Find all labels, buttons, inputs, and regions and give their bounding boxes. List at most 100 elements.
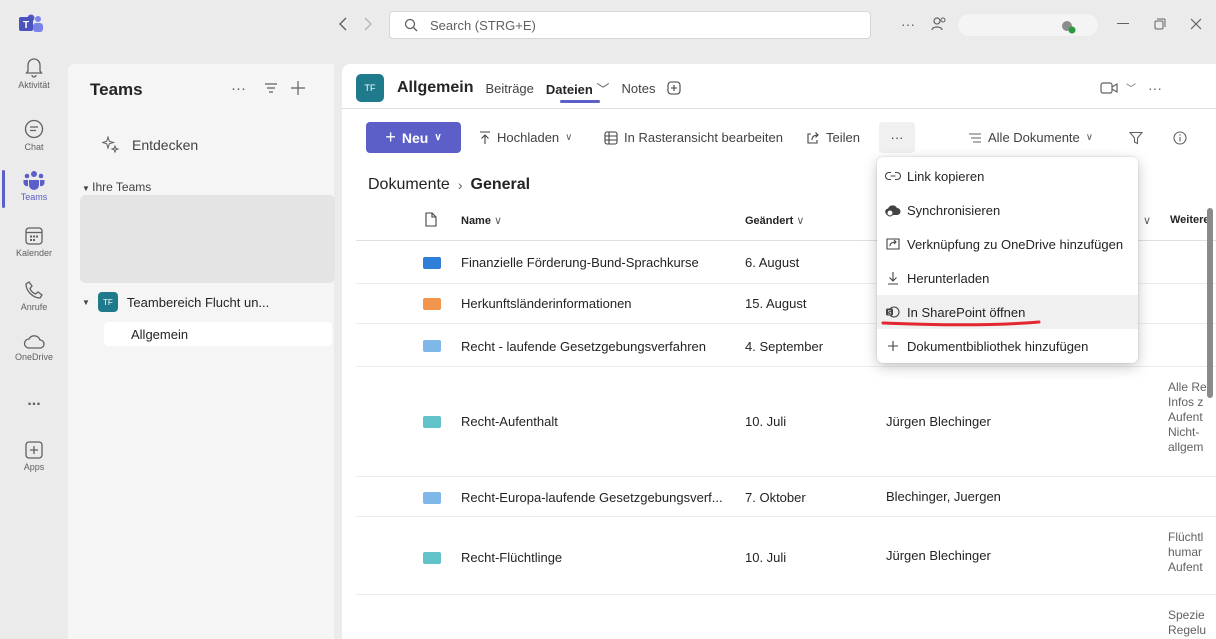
chevron-down-icon[interactable]: ∨ <box>1143 214 1151 227</box>
breadcrumb-current: General <box>470 176 531 193</box>
column-header-name[interactable]: Name ∨ <box>461 214 502 227</box>
rail-label: Teams <box>20 192 48 202</box>
sparkle-icon <box>102 136 120 154</box>
file-name[interactable]: Recht-Flüchtlinge <box>461 550 562 565</box>
rail-item-teams[interactable]: Teams <box>0 170 68 202</box>
rail-item-chat[interactable]: Chat <box>0 118 68 152</box>
sync-icon <box>885 202 901 218</box>
annotation-underline <box>881 318 1041 330</box>
file-name[interactable]: Herkunftsländerinformationen <box>461 296 632 311</box>
table-row[interactable]: Recht-Europa-laufende Gesetzgebungsverf.… <box>356 477 1216 517</box>
chevron-down-icon: ∨ <box>1085 132 1094 143</box>
menu-item-download[interactable]: Herunterladen <box>877 261 1138 295</box>
table-row[interactable]: Recht-Flüchtlinge 10. Juli Jürgen Blechi… <box>356 517 1216 595</box>
share-button[interactable]: Teilen <box>806 122 860 153</box>
profile-area[interactable] <box>958 14 1098 36</box>
shortcut-icon <box>885 236 901 252</box>
discover-label: Entdecken <box>132 137 199 153</box>
modified-by: Jürgen Blechinger <box>886 414 991 429</box>
modified-date: 10. Juli <box>745 550 787 565</box>
panel-more-icon[interactable]: ··· <box>231 80 246 97</box>
phone-icon <box>24 280 44 300</box>
chevron-right-icon: › <box>457 177 463 193</box>
team-avatar: TF <box>97 292 118 312</box>
team-item[interactable]: ▼ TF Teambereich Flucht un... <box>80 290 334 314</box>
column-header-modified[interactable]: Geändert ∨ <box>745 214 804 227</box>
rail-item-calendar[interactable]: Kalender <box>0 226 68 258</box>
file-type-icon[interactable] <box>425 212 437 227</box>
rail-more-button[interactable]: ... <box>0 392 68 410</box>
tab-files[interactable]: Dateien ﹀ <box>546 79 610 98</box>
description: Flüchtl humar Aufent <box>1168 530 1204 574</box>
menu-item-label: Dokumentbibliothek hinzufügen <box>907 338 1089 354</box>
add-tab-icon[interactable] <box>667 81 682 95</box>
file-name[interactable]: Recht-Aufenthalt <box>461 414 558 429</box>
modified-date: 4. September <box>745 339 824 354</box>
breadcrumb: Dokumente › General <box>368 176 530 194</box>
file-name[interactable]: Recht-Europa-laufende Gesetzgebungsverf.… <box>461 490 723 505</box>
view-selector[interactable]: Alle Dokumente ∨ <box>968 122 1093 153</box>
menu-item-add-shortcut[interactable]: Verknüpfung zu OneDrive hinzufügen <box>877 227 1138 261</box>
menu-item-label: Herunterladen <box>907 270 990 286</box>
search-input[interactable]: Search (STRG+E) <box>389 11 871 39</box>
teams-icon <box>23 170 45 190</box>
panel-title: Teams <box>90 80 143 99</box>
new-button[interactable]: + Neu ∨ <box>366 122 461 153</box>
rail-item-calls[interactable]: Anrufe <box>0 280 68 312</box>
modified-by: Jürgen Blechinger <box>886 548 991 563</box>
rail-label: Kalender <box>15 248 53 258</box>
menu-item-label: Link kopieren <box>907 168 985 184</box>
plus-box-icon <box>24 440 44 460</box>
minimize-icon[interactable] <box>1113 12 1133 36</box>
chevron-down-icon: ∨ <box>565 132 573 143</box>
upload-button[interactable]: Hochladen ∨ <box>479 122 572 153</box>
menu-item-sync[interactable]: Synchronisieren <box>877 193 1138 227</box>
rail-item-apps[interactable]: Apps <box>0 440 68 472</box>
toolbar-more-button[interactable]: ··· <box>879 122 915 153</box>
upload-icon <box>479 130 491 145</box>
discover-button[interactable]: Entdecken <box>102 136 198 154</box>
file-name[interactable]: Recht - laufende Gesetzgebungsverfahren <box>461 339 706 354</box>
restore-icon[interactable] <box>1150 12 1170 36</box>
svg-text:T: T <box>23 20 29 31</box>
channel-avatar: TF <box>356 74 384 102</box>
active-tab-indicator <box>560 100 600 103</box>
scrollbar[interactable] <box>1207 208 1213 398</box>
rail-item-activity[interactable]: Aktivität <box>0 56 68 90</box>
chevron-down-icon: ﹀ <box>596 81 610 97</box>
column-header-label: Geändert <box>745 215 794 227</box>
meet-button[interactable]: ﹀ <box>1100 80 1136 95</box>
filter-icon[interactable] <box>1129 122 1143 153</box>
people-icon[interactable] <box>928 12 950 36</box>
forward-arrow-icon[interactable] <box>356 12 380 36</box>
rail-item-onedrive[interactable]: OneDrive <box>0 334 68 362</box>
menu-item-copy-link[interactable]: Link kopieren <box>877 159 1138 193</box>
tab-notes[interactable]: Notes <box>622 81 656 96</box>
rail-label: Anrufe <box>20 302 48 312</box>
add-icon[interactable] <box>290 80 306 96</box>
channel-item-allgemein[interactable]: Allgemein <box>104 322 332 346</box>
info-icon[interactable] <box>1173 122 1187 153</box>
file-name[interactable]: Finanzielle Förderung-Bund-Sprachkurse <box>461 255 699 270</box>
divider <box>342 108 1216 109</box>
breadcrumb-root[interactable]: Dokumente <box>368 176 450 194</box>
more-options-icon[interactable]: ··· <box>898 12 918 36</box>
back-arrow-icon[interactable] <box>331 12 355 36</box>
channel-more-icon[interactable]: ··· <box>1148 80 1162 96</box>
tab-posts[interactable]: Beiträge <box>485 81 533 96</box>
table-row[interactable]: Recht-Aufenthalt 10. Juli Jürgen Blechin… <box>356 367 1216 477</box>
video-camera-icon <box>1100 81 1118 95</box>
chevron-down-icon: ∨ <box>434 132 442 143</box>
channel-header: TF Allgemein Beiträge Dateien ﹀ Notes <box>356 74 682 102</box>
share-icon <box>806 131 820 145</box>
section-header-your-teams[interactable]: ▼ Ihre Teams <box>82 180 151 194</box>
rail-label: Apps <box>23 462 45 472</box>
grid-edit-button[interactable]: In Rasteransicht bearbeiten <box>604 122 783 153</box>
folder-icon <box>423 416 441 428</box>
list-view-icon <box>968 132 982 144</box>
filter-icon[interactable] <box>264 82 278 94</box>
column-header-more[interactable]: Weitere <box>1170 214 1210 226</box>
close-icon[interactable] <box>1186 12 1206 36</box>
plus-icon: + <box>385 127 396 147</box>
menu-item-add-library[interactable]: Dokumentbibliothek hinzufügen <box>877 329 1138 363</box>
